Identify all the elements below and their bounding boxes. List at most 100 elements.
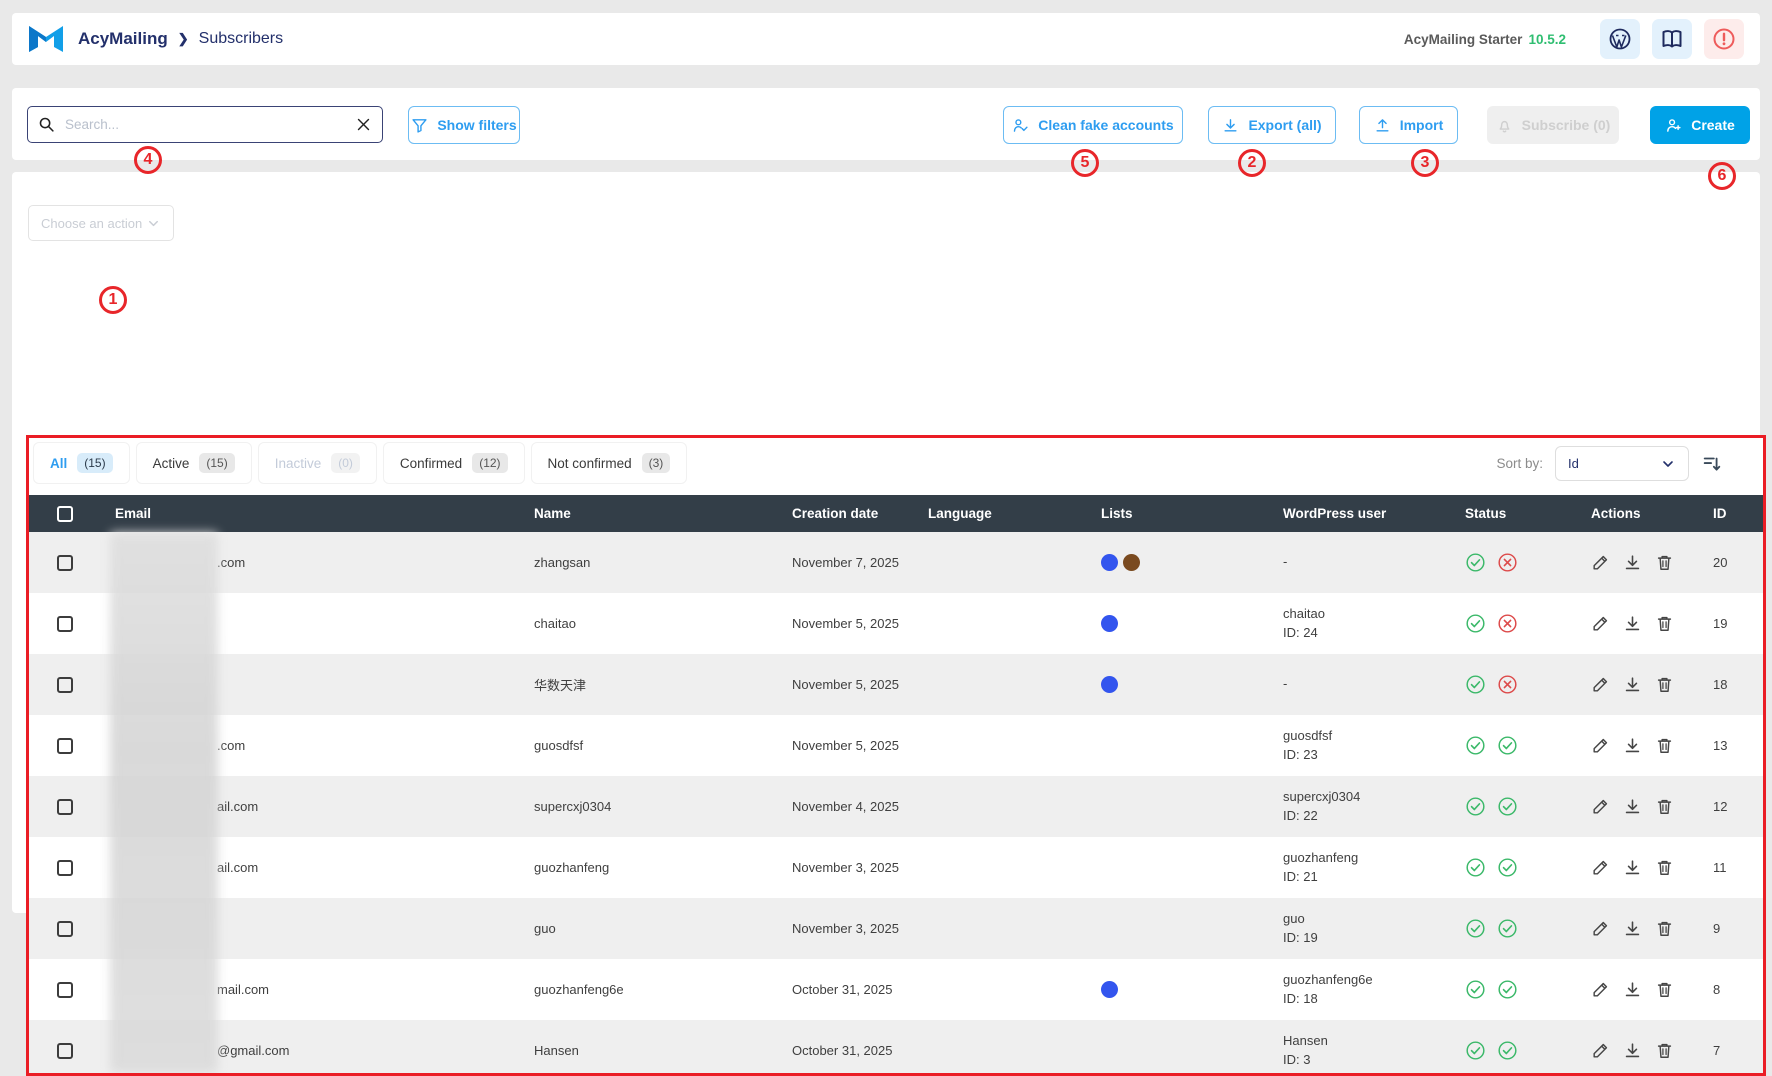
delete-icon[interactable] bbox=[1655, 614, 1674, 633]
import-button[interactable]: Import bbox=[1359, 106, 1458, 144]
list-dot-blue[interactable] bbox=[1101, 615, 1118, 632]
status-unconfirmed-icon[interactable] bbox=[1497, 674, 1518, 695]
edit-icon[interactable] bbox=[1591, 675, 1610, 694]
search-box[interactable] bbox=[27, 106, 383, 143]
actions-cell bbox=[1581, 614, 1695, 633]
export-row-icon[interactable] bbox=[1623, 675, 1642, 694]
breadcrumb-brand[interactable]: AcyMailing bbox=[78, 29, 168, 49]
status-cell bbox=[1447, 1040, 1581, 1061]
lists-cell bbox=[1083, 615, 1265, 632]
show-filters-label: Show filters bbox=[437, 117, 516, 133]
row-checkbox[interactable] bbox=[57, 555, 73, 571]
sort-direction-icon[interactable] bbox=[1701, 453, 1723, 475]
table-header-row: EmailNameCreation dateLanguageListsWordP… bbox=[29, 495, 1763, 532]
status-confirmed-icon[interactable] bbox=[1497, 857, 1518, 878]
edit-icon[interactable] bbox=[1591, 1041, 1610, 1060]
show-filters-button[interactable]: Show filters bbox=[408, 106, 520, 144]
status-confirmed-icon[interactable] bbox=[1497, 979, 1518, 1000]
row-checkbox[interactable] bbox=[57, 921, 73, 937]
edit-icon[interactable] bbox=[1591, 614, 1610, 633]
row-checkbox[interactable] bbox=[57, 982, 73, 998]
status-subscribed-icon[interactable] bbox=[1465, 1040, 1486, 1061]
table-row: ail.comsupercxj0304November 4, 2025super… bbox=[29, 776, 1763, 837]
export-row-icon[interactable] bbox=[1623, 980, 1642, 999]
list-dot-brown[interactable] bbox=[1123, 554, 1140, 571]
row-checkbox[interactable] bbox=[57, 738, 73, 754]
row-checkbox[interactable] bbox=[57, 799, 73, 815]
delete-icon[interactable] bbox=[1655, 919, 1674, 938]
user-plus-icon bbox=[1665, 117, 1682, 134]
status-confirmed-icon[interactable] bbox=[1497, 796, 1518, 817]
delete-icon[interactable] bbox=[1655, 736, 1674, 755]
clean-fake-accounts-button[interactable]: Clean fake accounts bbox=[1003, 106, 1183, 144]
edit-icon[interactable] bbox=[1591, 980, 1610, 999]
export-row-icon[interactable] bbox=[1623, 736, 1642, 755]
status-subscribed-icon[interactable] bbox=[1465, 735, 1486, 756]
export-row-icon[interactable] bbox=[1623, 797, 1642, 816]
delete-icon[interactable] bbox=[1655, 553, 1674, 572]
status-subscribed-icon[interactable] bbox=[1465, 979, 1486, 1000]
list-dot-blue[interactable] bbox=[1101, 676, 1118, 693]
name-cell: guosdfsf bbox=[516, 738, 774, 753]
status-subscribed-icon[interactable] bbox=[1465, 613, 1486, 634]
wp-user-name: guozhanfeng bbox=[1283, 849, 1447, 868]
status-subscribed-icon[interactable] bbox=[1465, 796, 1486, 817]
status-cell bbox=[1447, 918, 1581, 939]
edit-icon[interactable] bbox=[1591, 858, 1610, 877]
tab-count-badge: (0) bbox=[331, 453, 360, 473]
column-header-email: Email bbox=[97, 506, 516, 521]
clear-search-icon[interactable] bbox=[355, 116, 372, 133]
status-confirmed-icon[interactable] bbox=[1497, 735, 1518, 756]
create-button[interactable]: Create bbox=[1650, 106, 1750, 144]
row-checkbox[interactable] bbox=[57, 616, 73, 632]
edit-icon[interactable] bbox=[1591, 919, 1610, 938]
edit-icon[interactable] bbox=[1591, 553, 1610, 572]
tab-all[interactable]: All(15) bbox=[33, 442, 130, 484]
sort-by-select[interactable]: Id bbox=[1555, 446, 1689, 481]
tab-active[interactable]: Active(15) bbox=[136, 442, 252, 484]
status-unconfirmed-icon[interactable] bbox=[1497, 613, 1518, 634]
wordpress-user-cell: guoID: 19 bbox=[1265, 910, 1447, 948]
search-input[interactable] bbox=[65, 117, 345, 132]
tab-confirmed[interactable]: Confirmed(12) bbox=[383, 442, 525, 484]
delete-icon[interactable] bbox=[1655, 858, 1674, 877]
select-all-checkbox[interactable] bbox=[57, 506, 73, 522]
status-subscribed-icon[interactable] bbox=[1465, 857, 1486, 878]
row-checkbox[interactable] bbox=[57, 1043, 73, 1059]
edit-icon[interactable] bbox=[1591, 797, 1610, 816]
book-icon bbox=[1660, 27, 1684, 51]
list-dot-blue[interactable] bbox=[1101, 554, 1118, 571]
wp-user-id: ID: 3 bbox=[1283, 1051, 1447, 1070]
edit-icon[interactable] bbox=[1591, 736, 1610, 755]
status-unconfirmed-icon[interactable] bbox=[1497, 552, 1518, 573]
tab-count-badge: (15) bbox=[77, 453, 112, 473]
delete-icon[interactable] bbox=[1655, 1041, 1674, 1060]
export-row-icon[interactable] bbox=[1623, 919, 1642, 938]
status-subscribed-icon[interactable] bbox=[1465, 918, 1486, 939]
export-button[interactable]: Export (all) bbox=[1208, 106, 1336, 144]
column-header-language: Language bbox=[910, 506, 1083, 521]
documentation-button[interactable] bbox=[1652, 19, 1692, 59]
delete-icon[interactable] bbox=[1655, 797, 1674, 816]
tab-inactive[interactable]: Inactive(0) bbox=[258, 442, 377, 484]
status-subscribed-icon[interactable] bbox=[1465, 674, 1486, 695]
alert-button[interactable] bbox=[1704, 19, 1744, 59]
delete-icon[interactable] bbox=[1655, 980, 1674, 999]
status-confirmed-icon[interactable] bbox=[1497, 918, 1518, 939]
choose-action-select[interactable]: Choose an action bbox=[28, 205, 174, 241]
list-dot-blue[interactable] bbox=[1101, 981, 1118, 998]
tab-count-badge: (3) bbox=[642, 453, 671, 473]
subscribe-button[interactable]: Subscribe (0) bbox=[1487, 106, 1619, 144]
wordpress-button[interactable] bbox=[1600, 19, 1640, 59]
status-subscribed-icon[interactable] bbox=[1465, 552, 1486, 573]
status-confirmed-icon[interactable] bbox=[1497, 1040, 1518, 1061]
export-row-icon[interactable] bbox=[1623, 1041, 1642, 1060]
row-checkbox[interactable] bbox=[57, 860, 73, 876]
delete-icon[interactable] bbox=[1655, 675, 1674, 694]
export-row-icon[interactable] bbox=[1623, 858, 1642, 877]
tab-not-confirmed[interactable]: Not confirmed(3) bbox=[531, 442, 688, 484]
export-row-icon[interactable] bbox=[1623, 614, 1642, 633]
export-row-icon[interactable] bbox=[1623, 553, 1642, 572]
row-checkbox[interactable] bbox=[57, 677, 73, 693]
tab-count-badge: (12) bbox=[472, 453, 507, 473]
